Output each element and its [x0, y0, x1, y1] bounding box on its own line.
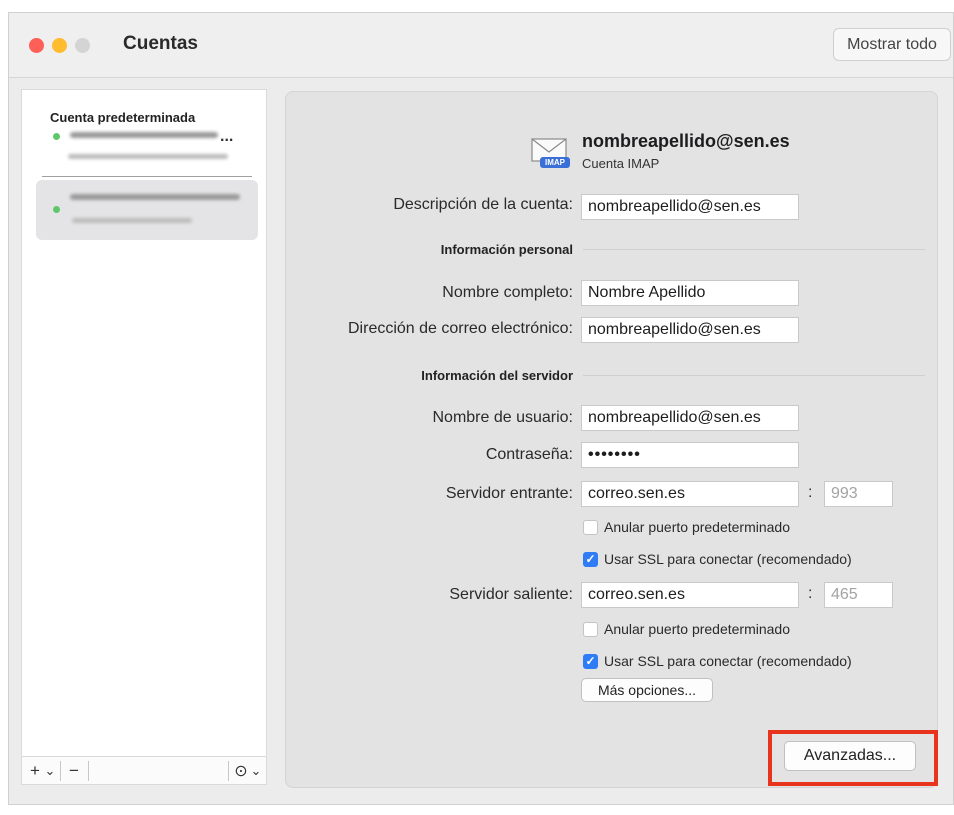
toolbar-divider — [60, 761, 61, 781]
remove-account-button[interactable]: − — [64, 760, 84, 782]
password-field[interactable]: •••••••• — [581, 442, 799, 468]
online-status-dot — [53, 133, 60, 140]
incoming-override-port-label: Anular puerto predeterminado — [604, 519, 791, 535]
section-divider — [583, 249, 925, 250]
incoming-ssl-checkbox[interactable]: ✓ — [583, 552, 598, 567]
incoming-server-field[interactable]: correo.sen.es — [581, 481, 799, 507]
sidebar-toolbar: + ⌄ − ⊙ ⌄ — [22, 756, 266, 784]
more-options-button[interactable]: Más opciones... — [581, 678, 713, 702]
sidebar-separator — [42, 176, 252, 177]
add-menu-chevron-icon[interactable]: ⌄ — [43, 760, 57, 782]
account-item-selected[interactable] — [36, 180, 258, 240]
action-menu-icon[interactable]: ⊙ — [232, 760, 250, 782]
full-name-field[interactable]: Nombre Apellido — [581, 280, 799, 306]
username-label: Nombre de usuario: — [432, 409, 573, 426]
incoming-ssl-label: Usar SSL para conectar (recomendado) — [604, 551, 852, 567]
redacted-account-name — [70, 132, 218, 138]
server-info-section-title: Información del servidor — [421, 368, 573, 383]
personal-info-section-title: Información personal — [440, 242, 573, 257]
toolbar-divider — [88, 761, 89, 781]
email-address-field[interactable]: nombreapellido@sen.es — [581, 317, 799, 343]
show-all-button[interactable]: Mostrar todo — [833, 28, 951, 61]
redacted-account-name — [70, 194, 240, 200]
outgoing-server-label: Servidor saliente: — [449, 586, 573, 603]
outgoing-ssl-checkbox[interactable]: ✓ — [583, 654, 598, 669]
zoom-window-button[interactable] — [75, 38, 90, 53]
incoming-override-port-checkbox[interactable] — [583, 520, 598, 535]
accounts-sidebar: Cuenta predeterminada ... + ⌄ − ⊙ ⌄ — [21, 89, 267, 785]
outgoing-ssl-label: Usar SSL para conectar (recomendado) — [604, 653, 852, 669]
outgoing-port-field: 465 — [824, 582, 893, 608]
default-account-header: Cuenta predeterminada — [50, 110, 196, 125]
incoming-server-label: Servidor entrante: — [445, 485, 573, 502]
section-divider — [583, 375, 925, 376]
title-bar: Cuentas Mostrar todo — [9, 13, 953, 78]
port-separator: : — [808, 484, 813, 501]
window-title: Cuentas — [123, 33, 198, 54]
truncation-ellipsis: ... — [220, 128, 234, 145]
mail-imap-icon: IMAP — [530, 136, 570, 170]
full-name-label: Nombre completo: — [442, 284, 573, 301]
redacted-account-email — [68, 154, 228, 159]
account-email-heading: nombreapellido@sen.es — [582, 131, 790, 151]
outgoing-override-port-label: Anular puerto predeterminado — [604, 621, 791, 637]
outgoing-server-field[interactable]: correo.sen.es — [581, 582, 799, 608]
username-field[interactable]: nombreapellido@sen.es — [581, 405, 799, 431]
imap-badge-label: IMAP — [545, 158, 565, 167]
toolbar-divider — [228, 761, 229, 781]
description-field[interactable]: nombreapellido@sen.es — [581, 194, 799, 220]
email-address-label: Dirección de correo electrónico: — [348, 320, 573, 337]
advanced-button-highlight — [768, 730, 938, 786]
outgoing-override-port-checkbox[interactable] — [583, 622, 598, 637]
action-menu-chevron-icon[interactable]: ⌄ — [249, 760, 263, 782]
online-status-dot — [53, 206, 60, 213]
description-label: Descripción de la cuenta: — [393, 196, 573, 213]
add-account-button[interactable]: + — [26, 760, 44, 782]
account-type-label: Cuenta IMAP — [582, 156, 660, 171]
password-label: Contraseña: — [485, 446, 573, 463]
redacted-account-email — [72, 218, 192, 223]
minimize-window-button[interactable] — [52, 38, 67, 53]
incoming-port-field: 993 — [824, 481, 893, 507]
close-window-button[interactable] — [29, 38, 44, 53]
port-separator: : — [808, 585, 813, 602]
